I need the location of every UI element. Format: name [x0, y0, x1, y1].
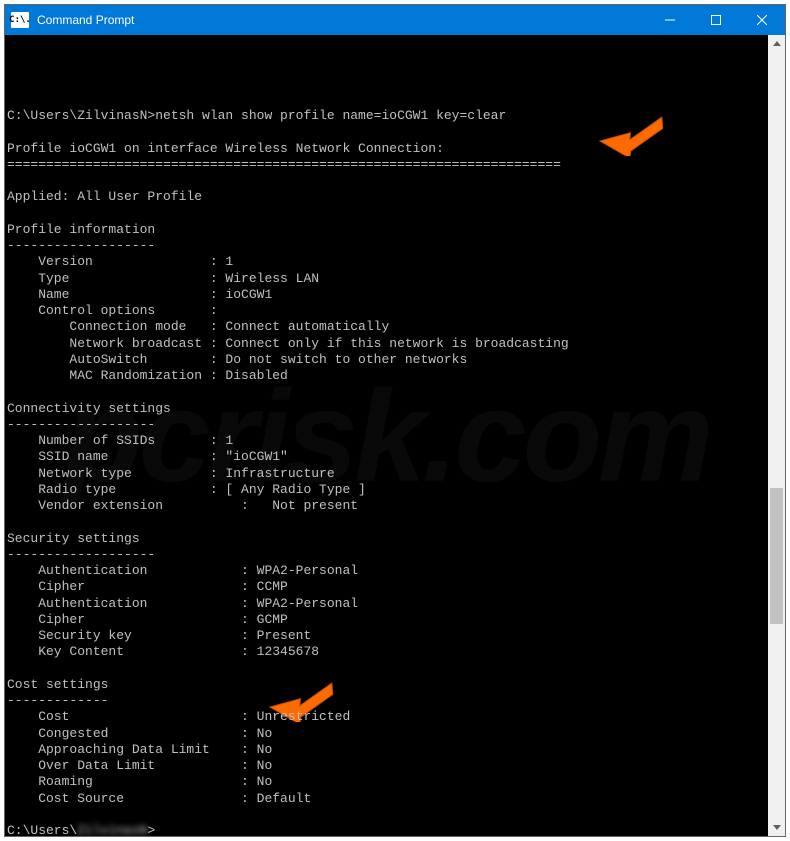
- scroll-down-button[interactable]: [768, 819, 785, 836]
- minimize-icon: [665, 15, 675, 25]
- minimize-button[interactable]: [647, 5, 693, 35]
- chevron-up-icon: [773, 41, 781, 46]
- command-prompt-window: C:\. Command Prompt pcrisk.com C:\Users\…: [4, 4, 786, 837]
- final-prompt-username-blurred: ZilvinasN: [77, 823, 147, 836]
- final-prompt-prefix: C:\Users\: [7, 823, 77, 836]
- close-button[interactable]: [739, 5, 785, 35]
- cmd-icon: C:\.: [11, 12, 29, 28]
- close-icon: [757, 15, 767, 25]
- scroll-thumb[interactable]: [770, 488, 783, 624]
- titlebar[interactable]: C:\. Command Prompt: [5, 5, 785, 35]
- vertical-scrollbar[interactable]: [768, 35, 785, 836]
- terminal-output[interactable]: pcrisk.com C:\Users\ZilvinasN>netsh wlan…: [5, 35, 768, 836]
- maximize-button[interactable]: [693, 5, 739, 35]
- chevron-down-icon: [773, 825, 781, 830]
- scroll-up-button[interactable]: [768, 35, 785, 52]
- window-title: Command Prompt: [35, 13, 647, 27]
- maximize-icon: [711, 15, 721, 25]
- final-prompt-suffix: >: [147, 823, 155, 836]
